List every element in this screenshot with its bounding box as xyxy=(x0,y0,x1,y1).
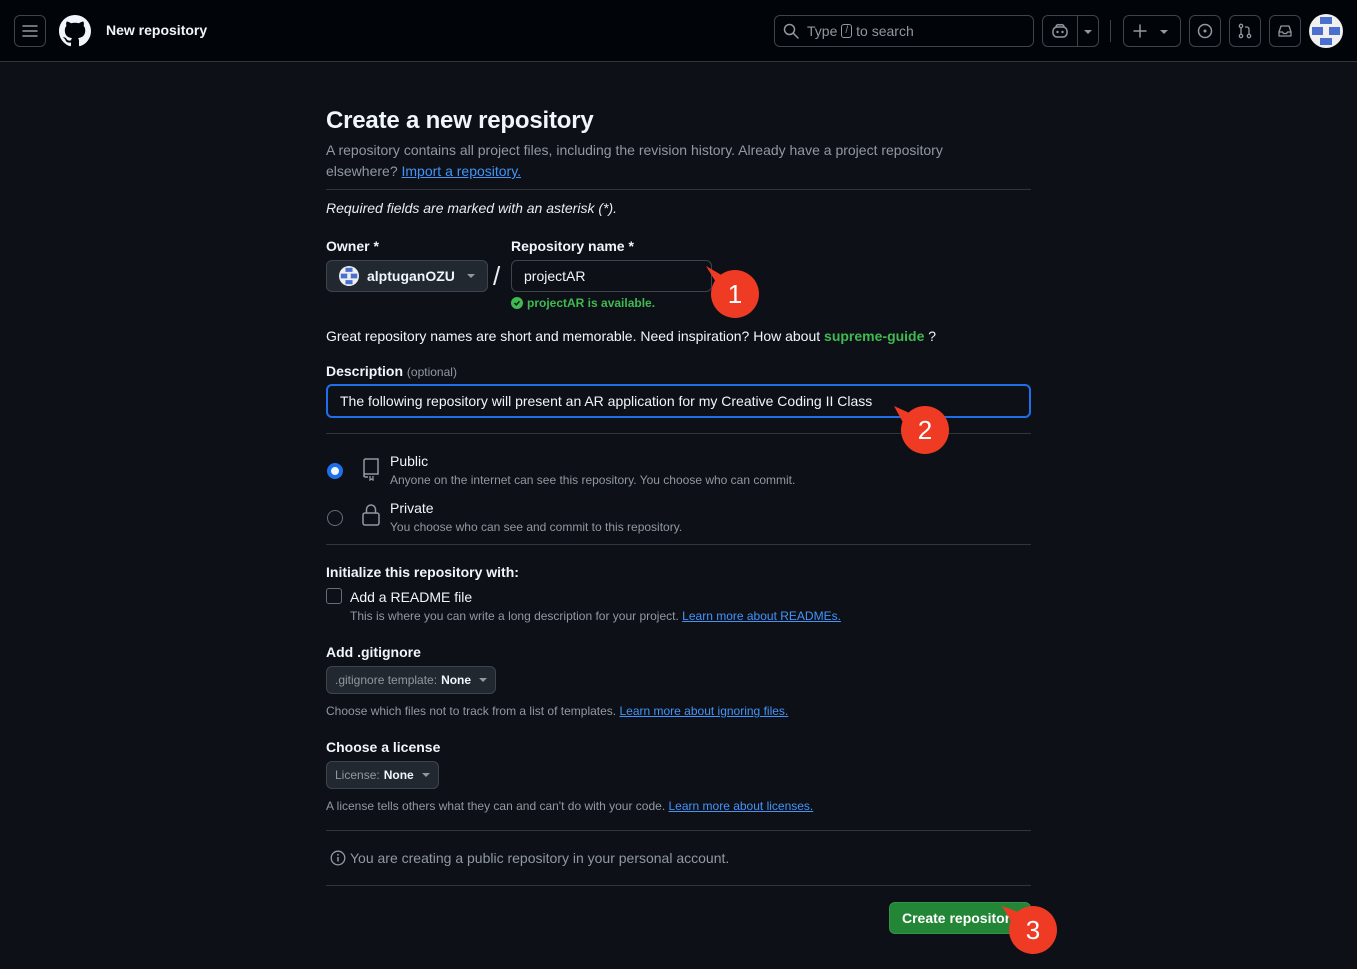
gitignore-learn-more-link[interactable]: Learn more about ignoring files. xyxy=(619,704,788,718)
create-new-button[interactable] xyxy=(1123,15,1181,47)
section-divider xyxy=(326,830,1031,831)
user-avatar[interactable] xyxy=(1309,14,1343,48)
private-radio[interactable] xyxy=(327,510,343,526)
hamburger-icon xyxy=(22,25,38,37)
github-logo-icon[interactable] xyxy=(59,15,91,47)
availability-status: projectAR is available. xyxy=(511,296,655,310)
copilot-icon xyxy=(1052,23,1068,38)
chevron-down-icon[interactable] xyxy=(1084,30,1092,34)
chevron-down-icon xyxy=(421,773,430,777)
issues-button[interactable] xyxy=(1189,15,1221,47)
readme-checkbox[interactable] xyxy=(326,588,342,604)
inspiration-prefix: Great repository names are short and mem… xyxy=(326,328,821,344)
callout-marker-3: 3 xyxy=(1009,906,1057,954)
repository-name-input[interactable] xyxy=(511,260,712,292)
readme-help-text: This is where you can write a long descr… xyxy=(350,609,679,623)
git-pull-request-icon xyxy=(1238,23,1252,39)
owner-avatar xyxy=(339,266,359,286)
info-note-text: You are creating a public repository in … xyxy=(350,850,730,866)
search-prefix: Type xyxy=(807,23,838,39)
callout-marker-1: 1 xyxy=(711,270,759,318)
required-note: Required fields are marked with an aster… xyxy=(326,200,618,216)
license-prefix: License: xyxy=(335,768,380,782)
search-suffix: to search xyxy=(856,23,914,39)
gitignore-help-text: Choose which files not to track from a l… xyxy=(326,704,617,718)
repo-name-label: Repository name * xyxy=(511,238,634,254)
private-title: Private xyxy=(390,500,434,516)
license-value: None xyxy=(383,768,414,782)
pull-requests-button[interactable] xyxy=(1229,15,1261,47)
issue-opened-icon xyxy=(1197,23,1213,39)
section-divider xyxy=(326,544,1031,545)
top-header: New repository Type / to search xyxy=(0,0,1357,62)
public-description: Anyone on the internet can see this repo… xyxy=(390,473,796,487)
owner-dropdown[interactable]: alptuganOZU xyxy=(326,260,488,292)
license-dropdown[interactable]: License: None xyxy=(326,761,439,789)
chevron-down-icon xyxy=(479,678,488,682)
public-radio[interactable] xyxy=(327,463,343,479)
private-description: You choose who can see and commit to thi… xyxy=(390,520,683,534)
owner-label: Owner * xyxy=(326,238,379,254)
license-learn-more-link[interactable]: Learn more about licenses. xyxy=(669,799,814,813)
readme-label: Add a README file xyxy=(350,589,473,605)
description-optional: (optional) xyxy=(406,365,457,379)
copilot-divider xyxy=(1077,16,1078,46)
section-divider xyxy=(326,885,1031,886)
intro-text: A repository contains all project files,… xyxy=(326,140,1006,182)
import-repository-link[interactable]: Import a repository. xyxy=(402,163,522,179)
description-label-text: Description xyxy=(326,363,404,379)
chevron-down-icon xyxy=(1160,30,1168,34)
owner-name: alptuganOZU xyxy=(367,268,455,284)
repo-icon xyxy=(363,458,379,481)
public-title: Public xyxy=(390,453,429,469)
inbox-icon xyxy=(1278,25,1292,37)
callout-marker-2: 2 xyxy=(901,406,949,454)
suggested-name-link[interactable]: supreme-guide xyxy=(824,328,924,344)
search-icon xyxy=(783,23,799,39)
search-shortcut-key: / xyxy=(841,24,853,38)
info-note: You are creating a public repository in … xyxy=(330,850,729,866)
readme-help: This is where you can write a long descr… xyxy=(350,609,841,623)
header-divider xyxy=(1110,20,1111,42)
inbox-button[interactable] xyxy=(1269,15,1301,47)
gitignore-label: Add .gitignore xyxy=(326,644,421,660)
init-label: Initialize this repository with: xyxy=(326,564,519,580)
copilot-button[interactable] xyxy=(1042,15,1099,47)
gitignore-template-dropdown[interactable]: .gitignore template: None xyxy=(326,666,497,694)
license-label: Choose a license xyxy=(326,739,441,755)
chevron-down-icon xyxy=(466,274,475,278)
gitignore-value: None xyxy=(441,673,472,687)
plus-icon xyxy=(1133,24,1147,38)
identicon-avatar-icon xyxy=(1309,14,1343,48)
description-label: Description (optional) xyxy=(326,363,457,379)
license-help-text: A license tells others what they can and… xyxy=(326,799,666,813)
inspiration-text: Great repository names are short and mem… xyxy=(326,328,936,344)
page-title: Create a new repository xyxy=(326,107,594,134)
section-divider xyxy=(326,189,1031,190)
menu-button[interactable] xyxy=(14,15,46,47)
page-title-header: New repository xyxy=(106,22,208,38)
search-input[interactable]: Type / to search xyxy=(774,15,1034,47)
gitignore-help: Choose which files not to track from a l… xyxy=(326,704,788,718)
info-icon xyxy=(330,850,346,866)
check-circle-icon xyxy=(511,297,523,309)
lock-icon xyxy=(362,504,380,526)
inspiration-suffix: ? xyxy=(928,328,937,344)
owner-repo-separator: / xyxy=(493,261,501,291)
readme-learn-more-link[interactable]: Learn more about READMEs. xyxy=(682,609,841,623)
availability-text: projectAR is available. xyxy=(527,296,656,310)
gitignore-prefix: .gitignore template: xyxy=(335,673,438,687)
license-help: A license tells others what they can and… xyxy=(326,799,813,813)
